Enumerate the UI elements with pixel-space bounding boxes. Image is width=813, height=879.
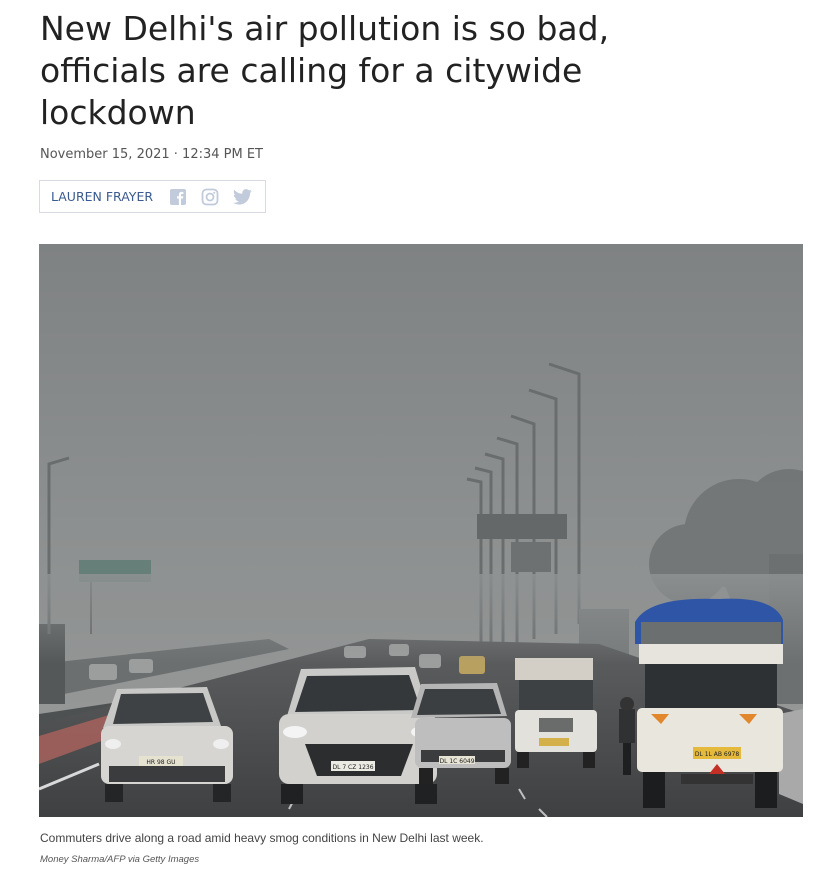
license-plate-text: DL 7 CZ 1236	[332, 764, 373, 771]
smog-traffic-photo: HR 98 GU DL 7 CZ 1236 DL 1C 6049 DL 1L AB 6…	[39, 244, 803, 817]
instagram-link[interactable]	[201, 188, 219, 206]
photo-credit: Money Sharma/AFP via Getty Images	[40, 854, 200, 865]
license-plate-text: HR 98 GU	[146, 759, 175, 766]
twitter-icon	[233, 188, 253, 205]
article-headline: New Delhi's air pollution is so bad, off…	[40, 9, 610, 132]
article-dateline: November 15, 2021 · 12:34 PM ET	[40, 147, 263, 162]
instagram-icon	[201, 188, 219, 205]
facebook-icon	[170, 188, 187, 205]
gantry-sign	[477, 514, 567, 539]
author-social-links	[169, 188, 266, 206]
photo-caption: Commuters drive along a road amid heavy …	[40, 831, 484, 845]
author-link[interactable]: LAUREN FRAYER	[51, 189, 153, 204]
license-plate-text: DL 1C 6049	[439, 758, 474, 765]
twitter-link[interactable]	[233, 188, 253, 205]
silver-mpv	[279, 667, 437, 804]
byline-box: LAUREN FRAYER	[39, 180, 266, 213]
facebook-link[interactable]	[169, 188, 187, 206]
covered-truck	[635, 598, 783, 808]
utility-jeep	[515, 658, 597, 768]
license-plate-text: DL 1L AB 6978	[695, 751, 740, 758]
